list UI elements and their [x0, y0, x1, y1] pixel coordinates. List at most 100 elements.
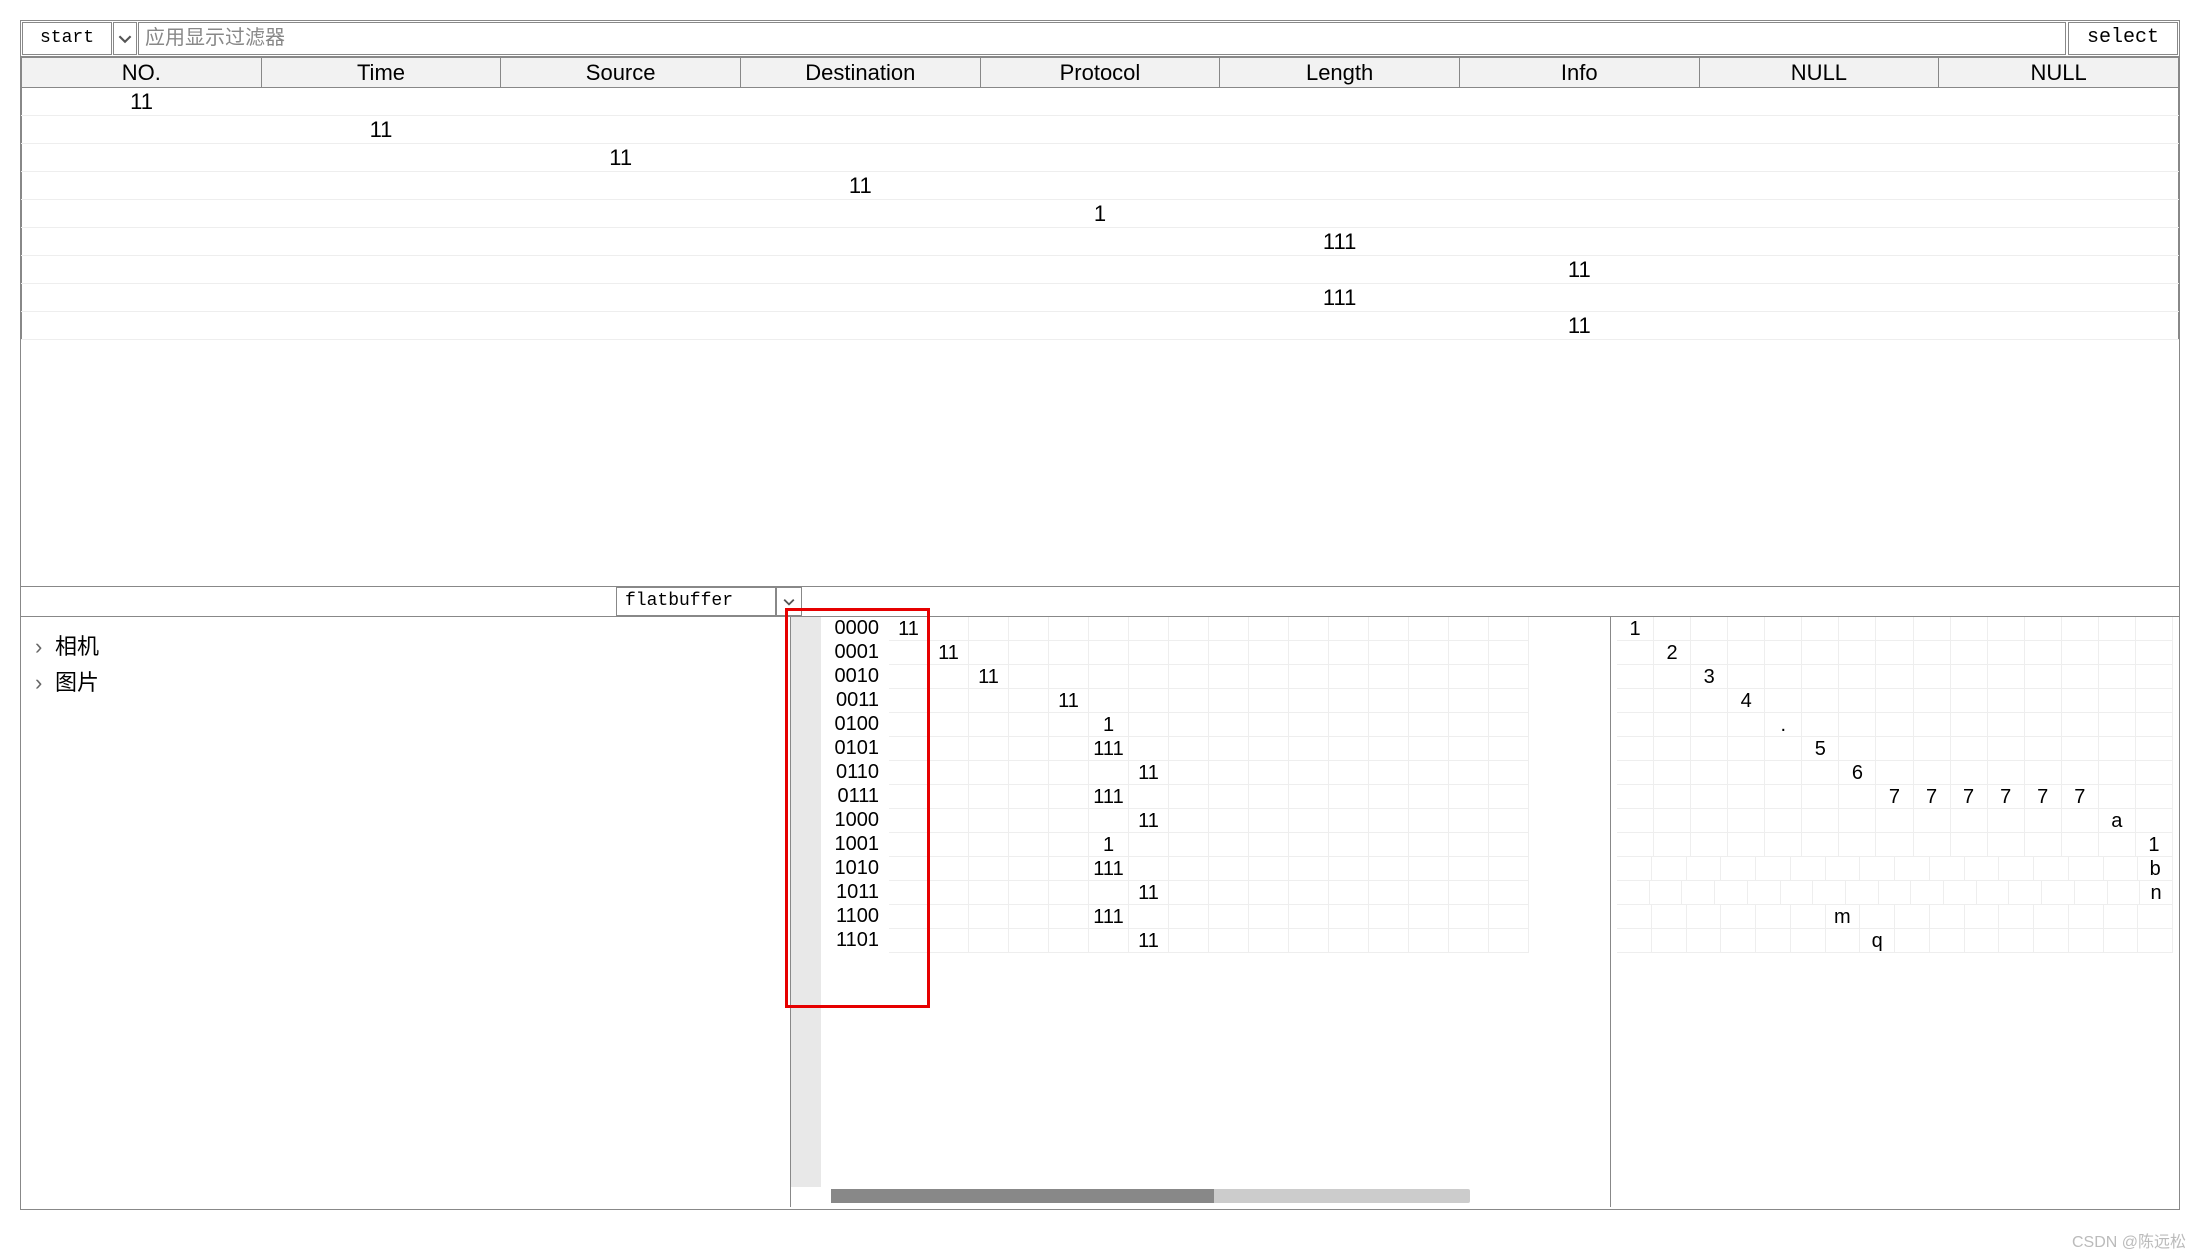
hex-cell [889, 905, 929, 929]
table-cell [740, 200, 980, 228]
ascii-cell [1914, 665, 1951, 689]
column-header[interactable]: Destination [740, 58, 980, 88]
hex-row[interactable]: 1010111 [829, 857, 1610, 881]
hex-cell [1049, 833, 1089, 857]
table-row[interactable]: 111 [22, 284, 2179, 312]
hex-cell [889, 833, 929, 857]
table-row[interactable]: 11 [22, 88, 2179, 116]
table-cell [1220, 256, 1460, 284]
ascii-cell: 1 [2136, 833, 2173, 857]
ascii-cell [1617, 833, 1654, 857]
ascii-row[interactable]: q [1617, 929, 2173, 953]
hex-cell [1249, 857, 1289, 881]
table-row[interactable]: 11 [22, 116, 2179, 144]
ascii-row[interactable]: 6 [1617, 761, 2173, 785]
ascii-row[interactable]: 777777 [1617, 785, 2173, 809]
hex-cell [1009, 905, 1049, 929]
ascii-row[interactable]: 3 [1617, 665, 2173, 689]
scrollbar-thumb[interactable] [831, 1189, 1214, 1203]
select-button[interactable]: select [2068, 22, 2178, 55]
hex-row[interactable]: 110111 [829, 929, 1610, 953]
hex-cell [1169, 641, 1209, 665]
hex-row[interactable]: 000111 [829, 641, 1610, 665]
table-row[interactable]: 11 [22, 144, 2179, 172]
ascii-row[interactable]: . [1617, 713, 2173, 737]
hex-cell [969, 737, 1009, 761]
hex-cell [1129, 713, 1169, 737]
filter-input[interactable]: 应用显示过滤器 [138, 22, 2066, 55]
chevron-right-icon: › [35, 634, 55, 660]
ascii-row[interactable]: a [1617, 809, 2173, 833]
column-header[interactable]: Length [1220, 58, 1460, 88]
hex-cell [1289, 713, 1329, 737]
hex-cell [1209, 809, 1249, 833]
ascii-cell [2062, 809, 2099, 833]
ascii-cell [2099, 761, 2136, 785]
start-dropdown[interactable] [113, 22, 137, 55]
column-header[interactable]: NO. [22, 58, 262, 88]
hex-offset: 0111 [829, 785, 889, 809]
ascii-row[interactable]: n [1617, 881, 2173, 905]
hex-row[interactable]: 1100111 [829, 905, 1610, 929]
ascii-row[interactable]: 2 [1617, 641, 2173, 665]
column-header[interactable]: NULL [1939, 58, 2179, 88]
ascii-cell [1721, 857, 1756, 881]
hex-row[interactable]: 000011 [829, 617, 1610, 641]
start-button[interactable]: start [22, 22, 112, 55]
tree-item[interactable]: ›图片 [35, 665, 776, 697]
hex-row[interactable]: 0111111 [829, 785, 1610, 809]
hex-cell [929, 929, 969, 953]
table-row[interactable]: 11 [22, 172, 2179, 200]
column-header[interactable]: NULL [1699, 58, 1939, 88]
hex-scrollbar[interactable] [831, 1189, 1470, 1203]
hex-cell [1329, 929, 1369, 953]
hex-row[interactable]: 01001 [829, 713, 1610, 737]
table-row[interactable]: 11 [22, 312, 2179, 340]
hex-row[interactable]: 101111 [829, 881, 1610, 905]
table-row[interactable]: 11 [22, 256, 2179, 284]
ascii-cell [1721, 929, 1756, 953]
hex-cell [1129, 617, 1169, 641]
column-header[interactable]: Protocol [980, 58, 1220, 88]
table-cell [1699, 172, 1939, 200]
hex-cell [1169, 713, 1209, 737]
column-header[interactable]: Time [261, 58, 501, 88]
hex-cell [1049, 785, 1089, 809]
ascii-cell [1802, 641, 1839, 665]
hex-row[interactable]: 10011 [829, 833, 1610, 857]
table-cell: 11 [1459, 256, 1699, 284]
table-cell [740, 144, 980, 172]
decoder-select[interactable]: flatbuffer [616, 587, 776, 616]
ascii-cell [1791, 857, 1826, 881]
hex-offset: 0010 [829, 665, 889, 689]
middle-toolbar: flatbuffer [21, 587, 2179, 617]
hex-cell [969, 929, 1009, 953]
ascii-cell [2069, 905, 2104, 929]
table-row[interactable]: 1 [22, 200, 2179, 228]
ascii-cell [1876, 617, 1913, 641]
table-row[interactable]: 111 [22, 228, 2179, 256]
hex-row[interactable]: 001011 [829, 665, 1610, 689]
ascii-row[interactable]: 5 [1617, 737, 2173, 761]
ascii-row[interactable]: 1 [1617, 617, 2173, 641]
hex-row[interactable]: 001111 [829, 689, 1610, 713]
packet-table[interactable]: NO.TimeSourceDestinationProtocolLengthIn… [21, 57, 2179, 340]
ascii-row[interactable]: b [1617, 857, 2173, 881]
hex-offset: 1101 [829, 929, 889, 953]
tree-item[interactable]: ›相机 [35, 629, 776, 661]
decoder-dropdown[interactable] [776, 587, 802, 616]
hex-row[interactable]: 100011 [829, 809, 1610, 833]
ascii-cell [2034, 905, 2069, 929]
ascii-row[interactable]: 4 [1617, 689, 2173, 713]
hex-row[interactable]: 0101111 [829, 737, 1610, 761]
ascii-row[interactable]: m [1617, 905, 2173, 929]
hex-cell [1209, 737, 1249, 761]
hex-cell [1409, 929, 1449, 953]
ascii-row[interactable]: 1 [1617, 833, 2173, 857]
hex-row[interactable]: 011011 [829, 761, 1610, 785]
hex-cell [1329, 857, 1369, 881]
ascii-cell [1802, 809, 1839, 833]
table-cell [740, 116, 980, 144]
column-header[interactable]: Source [501, 58, 741, 88]
column-header[interactable]: Info [1459, 58, 1699, 88]
